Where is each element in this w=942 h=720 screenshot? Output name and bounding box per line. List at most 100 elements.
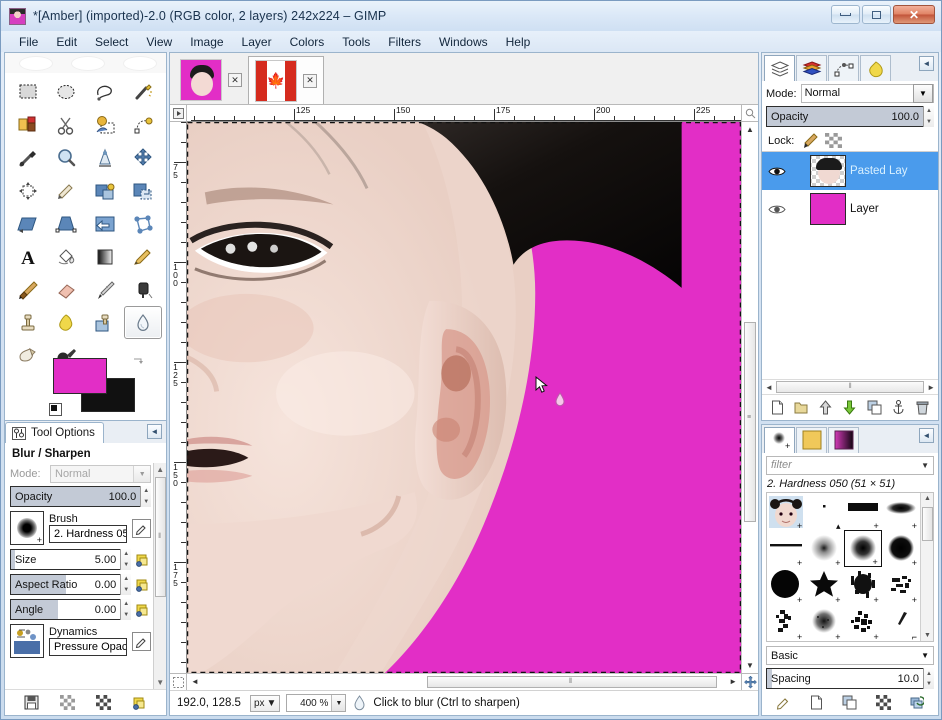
heal-tool[interactable] — [47, 306, 85, 339]
edit-brush-button[interactable] — [775, 693, 793, 711]
menu-help[interactable]: Help — [497, 33, 540, 51]
layer-name[interactable]: Pasted Lay — [850, 165, 908, 177]
layers-menu-button[interactable]: ◄ — [919, 56, 934, 71]
layer-opacity-spinner[interactable]: ▲▼ — [923, 106, 934, 127]
brushes-tab[interactable]: + — [764, 427, 795, 453]
close-button[interactable]: ✕ — [893, 5, 935, 24]
blend-gradient-tool[interactable] — [86, 240, 124, 273]
chalk-brush[interactable]: + — [805, 604, 843, 641]
bristles-brush[interactable]: + — [882, 567, 920, 604]
zoom-tool[interactable] — [47, 141, 85, 174]
quick-mask-button[interactable] — [170, 673, 187, 690]
scroll-up-icon[interactable]: ▲ — [746, 125, 754, 134]
shear-tool[interactable] — [9, 207, 47, 240]
size-slider[interactable]: Size 5.00 — [10, 549, 120, 570]
restore-tool-preset-button[interactable] — [59, 694, 76, 711]
chevron-down-icon[interactable]: ▼ — [913, 84, 933, 103]
opacity-slider[interactable]: Opacity 100.0 — [10, 486, 140, 507]
hardness-075-brush[interactable]: + — [882, 530, 920, 567]
duplicate-layer-button[interactable] — [865, 399, 883, 417]
image-tab-amber[interactable]: ✕ — [174, 56, 248, 104]
reset-size-button[interactable] — [134, 549, 151, 570]
calligraphic-brush[interactable]: + — [767, 604, 805, 641]
tool-options-menu-button[interactable]: ◄ — [147, 424, 162, 439]
opacity-control[interactable]: Opacity 100.0 ▲▼ — [10, 486, 151, 507]
quick-mask-top-right[interactable] — [741, 105, 758, 122]
airbrush-tool[interactable] — [86, 273, 124, 306]
blur-sharpen-tool[interactable] — [124, 306, 162, 339]
brush-tag-select[interactable]: Basic ▼ — [766, 646, 934, 666]
crop-tool[interactable] — [47, 174, 85, 207]
color-picker-tool[interactable] — [9, 141, 47, 174]
flip-tool[interactable] — [86, 207, 124, 240]
chevron-down-icon[interactable]: ▼ — [921, 461, 929, 470]
scroll-down-icon[interactable]: ▼ — [746, 661, 754, 670]
layer-opacity-slider[interactable]: Opacity 100.0 — [766, 106, 923, 127]
move-tool[interactable] — [124, 141, 162, 174]
scroll-right-icon[interactable]: ► — [927, 383, 935, 392]
image-canvas[interactable] — [187, 122, 741, 673]
aspect-ratio-slider[interactable]: Aspect Ratio 0.00 — [10, 574, 120, 595]
patterns-tab[interactable] — [796, 427, 827, 453]
bucket-fill-tool[interactable] — [47, 240, 85, 273]
fuzzy-select-tool[interactable] — [124, 75, 162, 108]
raise-layer-button[interactable] — [817, 399, 835, 417]
ruler-origin-button[interactable] — [170, 105, 187, 122]
new-layer-group-button[interactable] — [792, 399, 810, 417]
spacing-control[interactable]: Spacing 10.0 ▲▼ — [766, 668, 934, 689]
menu-view[interactable]: View — [137, 33, 181, 51]
channels-tab[interactable] — [796, 55, 827, 81]
smudge-tool[interactable] — [9, 339, 47, 372]
brush-preview-button[interactable]: + — [10, 511, 44, 545]
hardness-025-brush[interactable]: + — [805, 530, 843, 567]
minimize-button[interactable] — [831, 5, 860, 24]
swap-colors-icon[interactable] — [131, 356, 145, 370]
navigate-canvas-button[interactable] — [741, 673, 758, 690]
maximize-button[interactable] — [862, 5, 891, 24]
scroll-right-icon[interactable]: ► — [729, 677, 737, 686]
undo-history-tab[interactable] — [860, 55, 891, 81]
opacity-spinner[interactable]: ▲▼ — [140, 486, 151, 507]
menu-filters[interactable]: Filters — [379, 33, 430, 51]
size-control[interactable]: Size 5.00 ▲▼ — [10, 549, 151, 570]
angle-control[interactable]: Angle 0.00 ▲▼ — [10, 599, 151, 620]
vscroll-thumb[interactable] — [744, 322, 756, 522]
brush-grid-scrollbar[interactable]: ▲ ▼ — [920, 493, 933, 641]
chevron-down-icon[interactable]: ▼ — [331, 695, 345, 711]
layer-name[interactable]: Layer — [850, 203, 879, 215]
perspective-tool[interactable] — [47, 207, 85, 240]
scroll-down-icon[interactable]: ▼ — [924, 632, 931, 639]
menu-layer[interactable]: Layer — [233, 33, 281, 51]
close-tab-button[interactable]: ✕ — [303, 74, 317, 88]
clone-tool[interactable] — [9, 306, 47, 339]
spacing-slider[interactable]: Spacing 10.0 — [766, 668, 923, 689]
size-spinner[interactable]: ▲▼ — [120, 549, 131, 570]
scroll-left-icon[interactable]: ◄ — [765, 383, 773, 392]
layer-visibility-toggle[interactable] — [766, 204, 788, 215]
hardness-100-circle-brush[interactable]: + — [767, 567, 805, 604]
layers-tab[interactable] — [764, 55, 795, 81]
dunes-brush[interactable]: ⌐ — [882, 604, 920, 641]
pencil-tool[interactable] — [124, 240, 162, 273]
save-tool-preset-button[interactable] — [23, 694, 40, 711]
layers-horizontal-scrollbar[interactable]: ◄ ⦀ ► — [762, 379, 938, 394]
vertical-ruler[interactable]: 75100125150175 — [170, 122, 187, 673]
tab-tool-options[interactable]: Tool Options — [5, 422, 104, 443]
refresh-brushes-button[interactable] — [907, 693, 925, 711]
mode-select[interactable]: Normal ▼ — [50, 465, 151, 483]
layer-row-layer[interactable]: Layer — [762, 190, 938, 228]
new-layer-button[interactable] — [768, 399, 786, 417]
scroll-left-icon[interactable]: ◄ — [191, 677, 199, 686]
menu-edit[interactable]: Edit — [47, 33, 86, 51]
dynamics-value[interactable]: Pressure Opac — [49, 638, 127, 656]
scissors-select-tool[interactable] — [47, 108, 85, 141]
reset-colors-icon[interactable] — [49, 403, 62, 416]
zoom-select[interactable]: 400 % ▼ — [286, 694, 346, 712]
layer-row-pasted[interactable]: Pasted Lay — [762, 152, 938, 190]
gradients-tab[interactable] — [828, 427, 859, 453]
layer-mode-select[interactable]: Normal ▼ — [801, 84, 934, 103]
menu-windows[interactable]: Windows — [430, 33, 497, 51]
brush-filter-input[interactable]: filter ▼ — [766, 456, 934, 476]
menu-colors[interactable]: Colors — [281, 33, 334, 51]
scroll-down-icon[interactable]: ▼ — [156, 678, 164, 687]
